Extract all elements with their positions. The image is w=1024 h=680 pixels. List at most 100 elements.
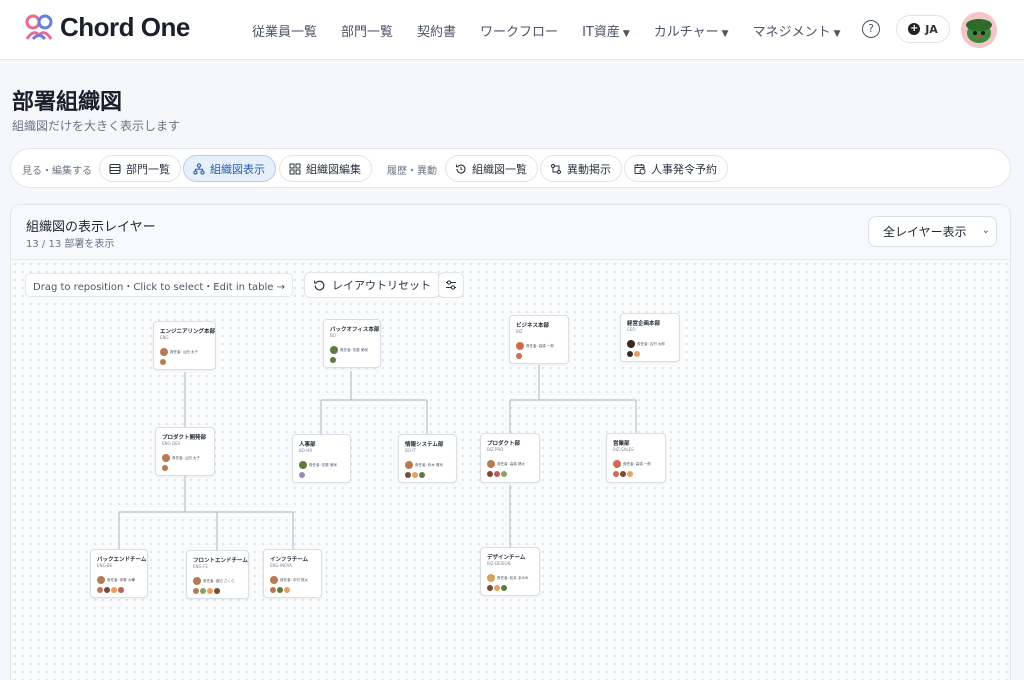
- manager-label: 責任者: 高橋 一郎: [623, 461, 651, 466]
- button-label: 組織図一覧: [472, 162, 527, 176]
- manager-label: 責任者: 松本 あゆみ: [497, 575, 529, 580]
- nav-employees[interactable]: 従業員一覧: [240, 21, 329, 40]
- manager-label: 責任者: 高橋 健太: [497, 461, 525, 466]
- manager-label: 責任者: 山田 太子: [170, 349, 198, 354]
- nav-label: マネジメント: [752, 24, 831, 40]
- node-name: プロダクト開発部: [162, 435, 207, 441]
- avatar: [627, 340, 635, 348]
- nav-label: カルチャー: [653, 24, 719, 40]
- node-name: デザインチーム: [487, 555, 526, 561]
- chevron-updown-icon: ⌄: [981, 225, 990, 236]
- node-code: ENG-FE: [193, 564, 208, 569]
- node-name: 営業部: [613, 441, 630, 447]
- question-circle-icon[interactable]: ?: [862, 20, 880, 38]
- org-node[interactable]: 情報システム部 BO-IT 責任者: 鈴木 健司: [398, 434, 457, 483]
- layout-reset-button[interactable]: レイアウトリセット: [304, 272, 440, 298]
- brand-logo[interactable]: Chord One: [24, 12, 190, 43]
- org-node[interactable]: 経営企画本部 CEO 責任者: 吉村 太郎: [620, 313, 680, 362]
- node-code: BO: [330, 333, 336, 338]
- org-node[interactable]: バックエンドチーム ENG-BE 責任者: 伊藤 大輔: [90, 549, 148, 598]
- avatar: [162, 454, 170, 462]
- nav-label: IT資産: [582, 24, 620, 40]
- avatar: [160, 348, 168, 356]
- node-manager: 責任者: 高橋 健太: [487, 460, 525, 468]
- org-chart-history-button[interactable]: 組織図一覧: [445, 155, 538, 182]
- canvas-hint: Drag to reposition・Click to select・Edit …: [25, 273, 293, 297]
- org-chart-edit-button[interactable]: 組織図編集: [279, 155, 372, 182]
- org-node[interactable]: 営業部 BIZ-SALES 責任者: 高橋 一郎: [606, 433, 666, 483]
- org-chart-view-button[interactable]: 組織図表示: [183, 155, 276, 182]
- sliders-icon: [446, 280, 456, 290]
- caret-down-icon: ▼: [721, 28, 729, 39]
- layout-settings-button[interactable]: [438, 272, 464, 298]
- personnel-order-button[interactable]: 人事発令予約: [624, 155, 728, 182]
- globe-plus-icon: +: [908, 23, 921, 35]
- org-node[interactable]: 人事部 BO-HR 責任者: 佐藤 美咲: [292, 434, 351, 483]
- nav-contracts[interactable]: 契約書: [405, 21, 468, 40]
- manager-label: 責任者: 佐藤 美咲: [309, 462, 337, 467]
- avatar: [613, 460, 621, 468]
- nav-label: 従業員一覧: [252, 24, 318, 40]
- node-manager: 責任者: 伊藤 大輔: [97, 576, 135, 584]
- member-avatars: [487, 585, 507, 591]
- nav-culture[interactable]: カルチャー ▼: [642, 21, 741, 40]
- org-node[interactable]: プロダクト部 BIZ-PRD 責任者: 高橋 健太: [480, 433, 540, 483]
- button-label: 部門一覧: [126, 162, 170, 176]
- brand-name: Chord One: [60, 12, 190, 42]
- org-node[interactable]: ビジネス本部 BIZ 責任者: 高橋 一郎: [509, 315, 569, 364]
- org-node[interactable]: デザインチーム BIZ-DESIGN 責任者: 松本 あゆみ: [480, 547, 540, 596]
- org-node[interactable]: フロントエンドチーム ENG-FE 責任者: 渡辺 さくら: [186, 550, 249, 599]
- chord-logo-icon: [25, 14, 53, 40]
- language-button[interactable]: + JA: [896, 15, 950, 43]
- dept-list-button[interactable]: 部門一覧: [99, 155, 181, 182]
- node-code: BIZ-SALES: [613, 447, 634, 452]
- member-avatars: [160, 359, 166, 365]
- transfer-board-button[interactable]: 異動掲示: [540, 155, 622, 182]
- node-name: エンジニアリング本部: [160, 329, 216, 335]
- manager-label: 責任者: 中村 悠太: [280, 577, 308, 582]
- node-name: 経営企画本部: [627, 321, 661, 327]
- org-node[interactable]: バックオフィス本部 BO 責任者: 佐藤 美咲: [323, 319, 381, 368]
- node-code: ENG-INFRA: [270, 563, 292, 568]
- node-code: BO-HR: [299, 448, 313, 453]
- node-manager: 責任者: 佐藤 美咲: [299, 461, 337, 469]
- panel-title: 組織図の表示レイヤー: [26, 220, 156, 235]
- top-navbar: Chord One 従業員一覧 部門一覧 契約書 ワークフロー IT資産 ▼ カル…: [0, 0, 1024, 60]
- org-chart-canvas[interactable]: Drag to reposition・Click to select・Edit …: [11, 260, 1010, 680]
- node-code: BIZ-PRD: [487, 447, 504, 452]
- node-code: BO-IT: [405, 448, 416, 453]
- view-toolbar: 見る・編集する 部門一覧 組織図表示 組織図編集 履歴・異動 組織図一覧 異動掲…: [10, 148, 1011, 188]
- nav-management[interactable]: マネジメント ▼: [741, 21, 853, 40]
- user-avatar[interactable]: [961, 12, 997, 48]
- org-node[interactable]: エンジニアリング本部 ENG 責任者: 山田 太子: [153, 321, 216, 370]
- node-manager: 責任者: 山田 太子: [162, 454, 200, 462]
- group-label-view: 見る・編集する: [22, 166, 92, 177]
- layer-select[interactable]: 全レイヤー表示 ⌄: [868, 216, 997, 247]
- main-nav: 従業員一覧 部門一覧 契約書 ワークフロー IT資産 ▼ カルチャー ▼ マネジメン…: [240, 0, 853, 60]
- manager-label: 責任者: 山田 太子: [172, 455, 200, 460]
- node-manager: 責任者: 中村 悠太: [270, 576, 308, 584]
- org-node[interactable]: プロダクト開発部 ENG-DEV 責任者: 山田 太子: [155, 427, 215, 476]
- org-node[interactable]: インフラチーム ENG-INFRA 責任者: 中村 悠太: [263, 549, 322, 598]
- node-manager: 責任者: 高橋 一郎: [516, 342, 554, 350]
- grid-icon: [289, 163, 301, 174]
- node-code: ENG: [160, 335, 169, 340]
- nav-departments[interactable]: 部門一覧: [329, 21, 405, 40]
- member-avatars: [97, 587, 124, 593]
- page-subtitle: 組織図だけを大きく表示します: [12, 119, 181, 133]
- caret-down-icon: ▼: [622, 28, 630, 39]
- node-code: BIZ-DESIGN: [487, 561, 511, 566]
- layer-select-value: 全レイヤー表示: [883, 225, 967, 239]
- node-manager: 責任者: 山田 太子: [160, 348, 198, 356]
- member-avatars: [162, 465, 168, 471]
- node-code: ENG-DEV: [162, 441, 181, 446]
- list-icon: [109, 163, 121, 174]
- button-label: 異動掲示: [567, 162, 611, 176]
- member-avatars: [487, 471, 507, 477]
- avatar: [405, 461, 413, 469]
- node-name: フロントエンドチーム: [193, 558, 248, 564]
- node-manager: 責任者: 佐藤 美咲: [330, 346, 368, 354]
- avatar: [299, 461, 307, 469]
- nav-workflow[interactable]: ワークフロー: [468, 21, 570, 40]
- nav-it-assets[interactable]: IT資産 ▼: [570, 21, 642, 40]
